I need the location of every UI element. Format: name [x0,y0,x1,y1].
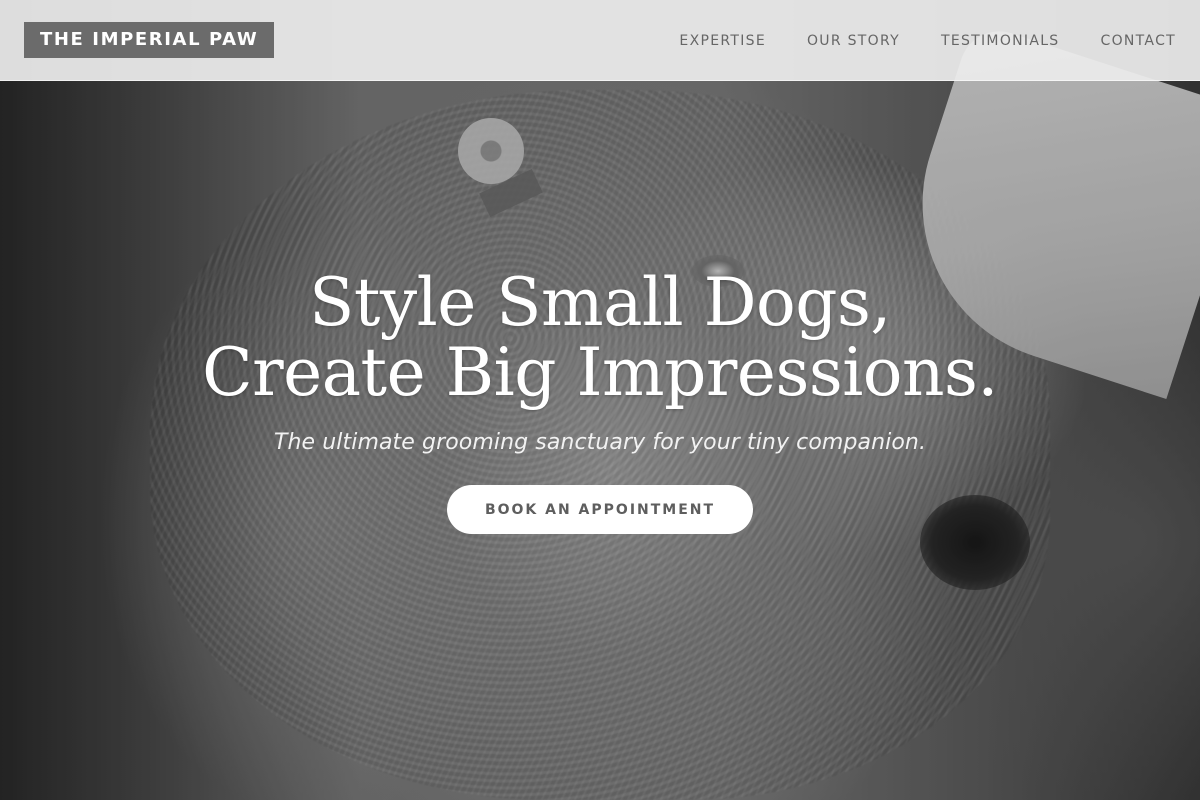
hero-title-line-1: Style Small Dogs, [309,264,891,341]
hero-section: Style Small Dogs, Create Big Impressions… [0,268,1200,534]
hero-title-line-2: Create Big Impressions. [202,334,998,411]
hero-title: Style Small Dogs, Create Big Impressions… [0,268,1200,408]
nav-link-contact[interactable]: CONTACT [1101,33,1177,49]
nav-link-expertise[interactable]: EXPERTISE [679,33,766,49]
nav-link-testimonials[interactable]: TESTIMONIALS [941,33,1060,49]
nav-link-our-story[interactable]: OUR STORY [807,33,900,49]
hero-subtitle: The ultimate grooming sanctuary for your… [273,430,927,455]
book-appointment-button[interactable]: BOOK AN APPOINTMENT [447,485,753,534]
brand-logo[interactable]: THE IMPERIAL PAW [24,22,275,58]
main-nav: EXPERTISE OUR STORY TESTIMONIALS CONTACT [679,0,1176,81]
site-navbar: THE IMPERIAL PAW EXPERTISE OUR STORY TES… [0,0,1200,81]
